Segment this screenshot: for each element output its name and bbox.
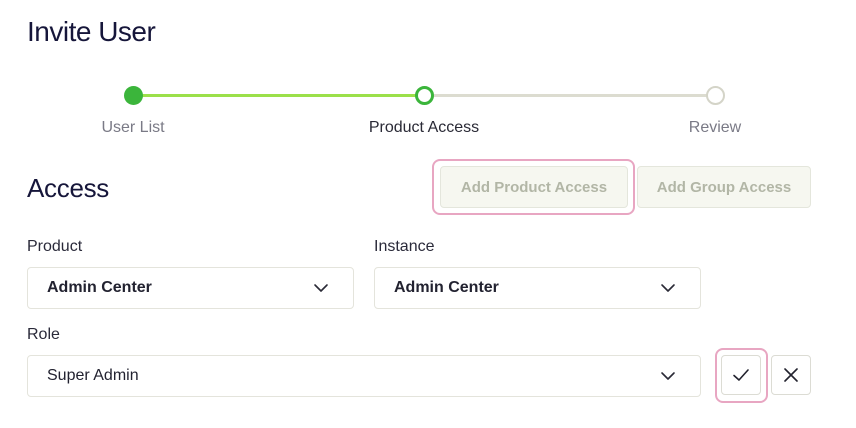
stepper-line-upcoming bbox=[424, 94, 715, 97]
check-icon bbox=[733, 369, 749, 381]
add-group-access-button[interactable]: Add Group Access bbox=[637, 166, 811, 208]
stepper-line-complete bbox=[133, 94, 424, 97]
chevron-down-icon bbox=[314, 284, 328, 292]
chevron-down-icon bbox=[661, 284, 675, 292]
step-label-product-access[interactable]: Product Access bbox=[369, 119, 479, 137]
progress-stepper: User List Product Access Review bbox=[0, 80, 856, 140]
product-label: Product bbox=[27, 238, 83, 255]
step-dot-product-access[interactable] bbox=[415, 86, 434, 105]
step-label-user-list[interactable]: User List bbox=[101, 119, 164, 137]
chevron-down-icon bbox=[661, 372, 675, 380]
product-select-value: Admin Center bbox=[47, 279, 152, 296]
cancel-role-button[interactable] bbox=[771, 355, 811, 395]
confirm-role-button[interactable] bbox=[721, 355, 761, 395]
role-select-value: Super Admin bbox=[47, 367, 139, 384]
product-select[interactable]: Admin Center bbox=[27, 267, 354, 309]
instance-select-value: Admin Center bbox=[394, 279, 499, 296]
step-dot-review[interactable] bbox=[706, 86, 725, 105]
step-label-review[interactable]: Review bbox=[689, 119, 741, 137]
step-dot-user-list[interactable] bbox=[124, 86, 143, 105]
page-title: Invite User bbox=[27, 16, 156, 47]
role-label: Role bbox=[27, 326, 60, 343]
add-product-access-button[interactable]: Add Product Access bbox=[440, 166, 628, 208]
access-section-title: Access bbox=[27, 173, 110, 203]
close-icon bbox=[784, 368, 798, 382]
instance-label: Instance bbox=[374, 238, 435, 255]
role-select[interactable]: Super Admin bbox=[27, 355, 701, 397]
instance-select[interactable]: Admin Center bbox=[374, 267, 701, 309]
